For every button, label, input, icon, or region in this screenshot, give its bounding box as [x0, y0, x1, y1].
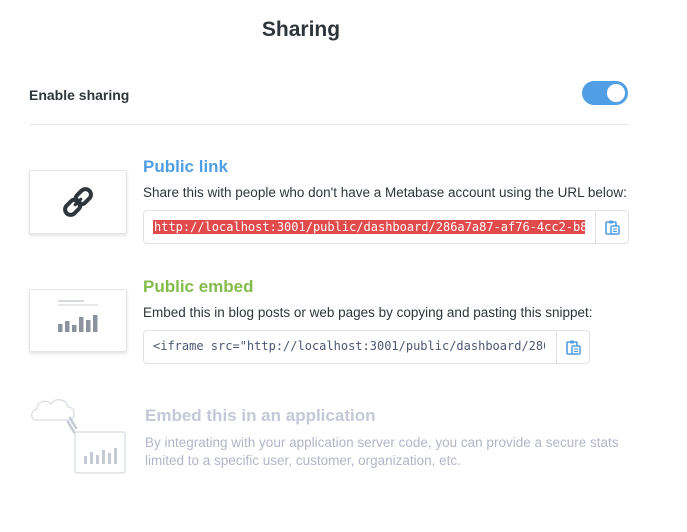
public-link-title: Public link	[143, 157, 229, 176]
public-embed-description: Embed this in blog posts or web pages by…	[143, 305, 593, 320]
embed-preview-icon	[58, 300, 98, 332]
link-icon	[63, 187, 93, 217]
public-embed-card	[29, 289, 127, 352]
clipboard-icon	[566, 340, 581, 355]
public-link-description: Share this with people who don't have a …	[143, 185, 627, 200]
enable-sharing-row: Enable sharing	[29, 79, 628, 111]
public-link-url[interactable]: http://localhost:3001/public/dashboard/2…	[153, 220, 585, 234]
public-link-card	[29, 170, 127, 234]
public-embed-snippet-field[interactable]: <iframe src="http://localhost:3001/publi…	[143, 330, 590, 364]
public-embed-snippet[interactable]: <iframe src="http://localhost:3001/publi…	[153, 339, 545, 353]
clipboard-icon	[605, 220, 620, 235]
app-embed-icon	[30, 399, 126, 474]
toggle-knob	[607, 84, 625, 102]
public-embed-title: Public embed	[143, 277, 254, 296]
enable-sharing-toggle[interactable]	[582, 81, 628, 105]
app-embed-title[interactable]: Embed this in an application	[145, 406, 375, 426]
enable-sharing-label: Enable sharing	[29, 87, 130, 103]
copy-embed-button[interactable]	[556, 331, 589, 363]
divider	[29, 124, 628, 125]
public-link-url-field[interactable]: http://localhost:3001/public/dashboard/2…	[143, 210, 629, 244]
page-title: Sharing	[261, 18, 341, 41]
app-embed-description: By integrating with your application ser…	[145, 435, 619, 468]
copy-link-button[interactable]	[595, 211, 628, 243]
